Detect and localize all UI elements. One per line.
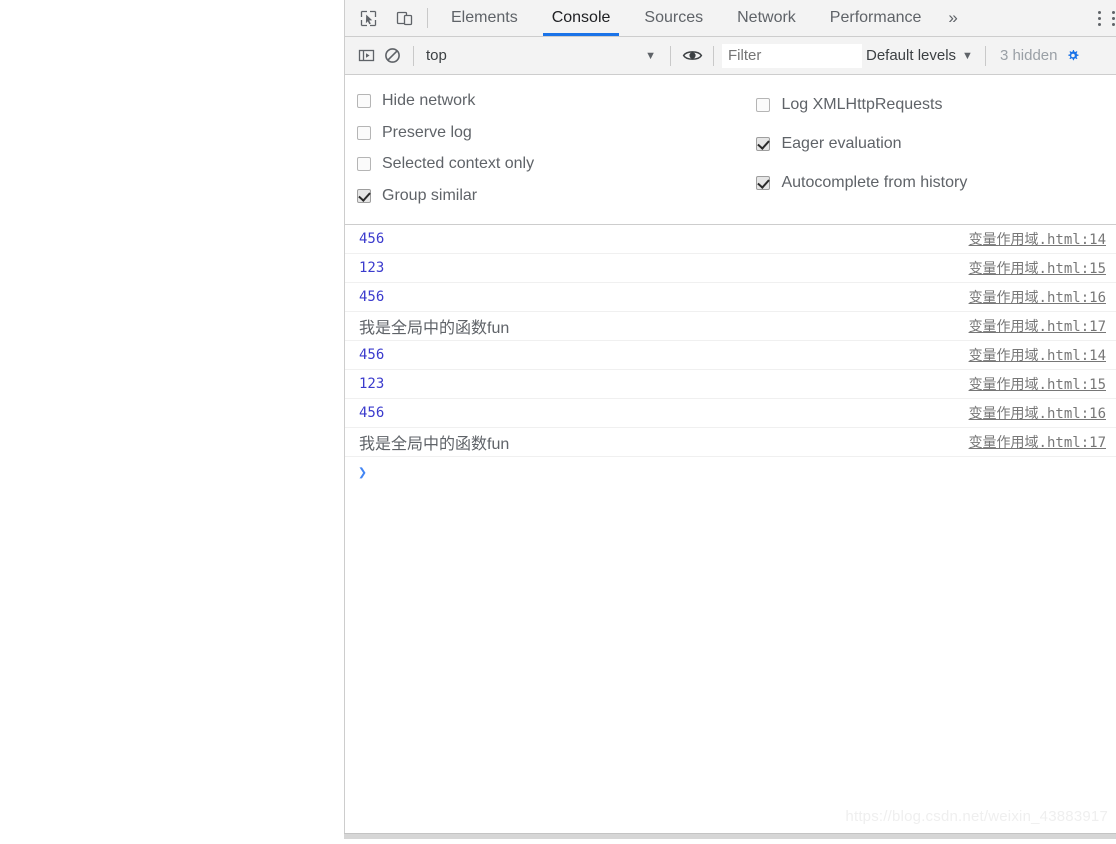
chevron-down-icon-levels: ▼ bbox=[962, 49, 973, 62]
more-vertical-icon[interactable] bbox=[1088, 5, 1110, 31]
tabbar-tool-icons bbox=[345, 0, 423, 36]
setting-selected-context-only-label: Selected context only bbox=[382, 155, 535, 173]
toolbar-divider-1 bbox=[413, 45, 414, 66]
setting-hide-network[interactable]: Hide network bbox=[357, 85, 744, 117]
checkbox-preserve-log[interactable] bbox=[357, 125, 371, 140]
table-row[interactable]: 456 变量作用域.html:14 bbox=[345, 225, 1116, 254]
console-sidebar-icon[interactable] bbox=[353, 43, 379, 69]
devtools-panel: Elements Console Sources Network Perform… bbox=[344, 0, 1116, 834]
setting-hide-network-label: Hide network bbox=[382, 91, 476, 109]
live-expression-icon[interactable] bbox=[679, 43, 705, 69]
console-settings-panel: Hide network Preserve log Selected conte… bbox=[345, 75, 1116, 225]
setting-eager-evaluation-label: Eager evaluation bbox=[781, 134, 902, 152]
tab-sources-label: Sources bbox=[644, 9, 704, 26]
clear-console-icon[interactable] bbox=[379, 43, 405, 69]
tab-console[interactable]: Console bbox=[535, 0, 628, 36]
toolbar-divider-4 bbox=[984, 45, 986, 66]
console-message-source-link[interactable]: 变量作用域.html:14 bbox=[969, 229, 1106, 249]
console-message-source-link[interactable]: 变量作用域.html:15 bbox=[969, 374, 1106, 394]
setting-eager-evaluation[interactable]: Eager evaluation bbox=[756, 124, 1116, 163]
table-row[interactable]: 456 变量作用域.html:16 bbox=[345, 399, 1116, 428]
execution-context-select[interactable]: top ▼ bbox=[422, 44, 662, 68]
table-row[interactable]: 123 变量作用域.html:15 bbox=[345, 370, 1116, 399]
tab-elements-label: Elements bbox=[451, 9, 518, 26]
setting-log-xmlhttprequests-label: Log XMLHttpRequests bbox=[781, 95, 943, 113]
checkbox-eager-evaluation[interactable] bbox=[756, 136, 771, 151]
toolbar-divider-3 bbox=[713, 45, 714, 66]
console-message-source-link[interactable]: 变量作用域.html:17 bbox=[969, 316, 1106, 336]
console-message-text: 我是全局中的函数fun bbox=[359, 320, 510, 337]
tab-network[interactable]: Network bbox=[720, 0, 813, 36]
chevron-down-icon: ▼ bbox=[645, 49, 656, 62]
more-tabs-chevron-icon[interactable]: » bbox=[938, 0, 967, 36]
checkbox-hide-network[interactable] bbox=[357, 93, 371, 108]
console-message-source-link[interactable]: 变量作用域.html:15 bbox=[969, 258, 1106, 278]
log-levels-select[interactable]: Default levels ▼ bbox=[862, 47, 977, 64]
console-prompt-row[interactable]: ❯ bbox=[345, 457, 1116, 487]
cursor-select-icon[interactable] bbox=[355, 5, 381, 31]
device-toolbar-icon[interactable] bbox=[391, 5, 417, 31]
tab-performance[interactable]: Performance bbox=[813, 0, 939, 36]
devtools-tabs: Elements Console Sources Network Perform… bbox=[434, 0, 968, 36]
console-message-text: 456 bbox=[359, 405, 385, 421]
prompt-chevron-icon: ❯ bbox=[358, 463, 368, 481]
checkbox-log-xmlhttprequests[interactable] bbox=[756, 97, 771, 112]
console-message-text: 我是全局中的函数fun bbox=[359, 436, 510, 453]
watermark-text: https://blog.csdn.net/weixin_43883917 bbox=[845, 808, 1108, 825]
console-message-text: 456 bbox=[359, 231, 385, 247]
more-vertical-icon-clipped[interactable] bbox=[1110, 5, 1116, 31]
console-message-source-link[interactable]: 变量作用域.html:16 bbox=[969, 403, 1106, 423]
console-message-text: 456 bbox=[359, 289, 385, 305]
toolbar-divider-2 bbox=[670, 45, 671, 66]
console-message-source-link[interactable]: 变量作用域.html:16 bbox=[969, 287, 1106, 307]
setting-group-similar[interactable]: Group similar bbox=[357, 180, 744, 212]
tab-network-label: Network bbox=[737, 9, 796, 26]
table-row[interactable]: 456 变量作用域.html:16 bbox=[345, 283, 1116, 312]
more-tabs-label: » bbox=[948, 8, 958, 27]
tab-elements[interactable]: Elements bbox=[434, 0, 535, 36]
settings-gear-icon[interactable] bbox=[1066, 43, 1080, 69]
table-row[interactable]: 456 变量作用域.html:14 bbox=[345, 341, 1116, 370]
hidden-messages-count[interactable]: 3 hidden bbox=[994, 47, 1064, 64]
console-message-text: 456 bbox=[359, 347, 385, 363]
console-message-source-link[interactable]: 变量作用域.html:17 bbox=[969, 432, 1106, 452]
devtools-bottom-edge bbox=[344, 833, 1116, 839]
setting-preserve-log-label: Preserve log bbox=[382, 123, 472, 141]
settings-column-right: Log XMLHttpRequests Eager evaluation Aut… bbox=[744, 85, 1116, 212]
table-row[interactable]: 我是全局中的函数fun 变量作用域.html:17 bbox=[345, 312, 1116, 341]
checkbox-autocomplete-from-history[interactable] bbox=[756, 175, 771, 190]
web-page-viewport[interactable] bbox=[0, 0, 344, 844]
tab-sources[interactable]: Sources bbox=[627, 0, 720, 36]
tab-performance-label: Performance bbox=[829, 9, 922, 26]
setting-log-xmlhttprequests[interactable]: Log XMLHttpRequests bbox=[756, 85, 1116, 124]
tabbar-divider bbox=[427, 8, 428, 28]
console-message-text: 123 bbox=[359, 260, 385, 276]
tab-console-label: Console bbox=[551, 9, 611, 26]
filter-input[interactable] bbox=[722, 43, 862, 68]
console-message-source-link[interactable]: 变量作用域.html:14 bbox=[969, 345, 1106, 365]
setting-autocomplete-from-history-label: Autocomplete from history bbox=[781, 173, 968, 191]
console-toolbar: top ▼ Default levels ▼ 3 hidden bbox=[345, 37, 1116, 75]
settings-column-left: Hide network Preserve log Selected conte… bbox=[345, 85, 744, 212]
checkbox-selected-context-only[interactable] bbox=[357, 157, 371, 172]
console-message-list[interactable]: 456 变量作用域.html:14 123 变量作用域.html:15 456 … bbox=[345, 225, 1116, 833]
tabbar-right-group bbox=[1077, 0, 1116, 36]
table-row[interactable]: 我是全局中的函数fun 变量作用域.html:17 bbox=[345, 428, 1116, 457]
table-row[interactable]: 123 变量作用域.html:15 bbox=[345, 254, 1116, 283]
devtools-tabbar: Elements Console Sources Network Perform… bbox=[345, 0, 1116, 37]
setting-selected-context-only[interactable]: Selected context only bbox=[357, 149, 744, 181]
log-levels-label: Default levels bbox=[866, 47, 957, 64]
setting-preserve-log[interactable]: Preserve log bbox=[357, 117, 744, 149]
screenshot-root: Elements Console Sources Network Perform… bbox=[0, 0, 1116, 844]
setting-autocomplete-from-history[interactable]: Autocomplete from history bbox=[756, 163, 1116, 202]
execution-context-value: top bbox=[426, 47, 447, 64]
setting-group-similar-label: Group similar bbox=[382, 187, 478, 205]
checkbox-group-similar[interactable] bbox=[357, 189, 371, 204]
console-message-text: 123 bbox=[359, 376, 385, 392]
